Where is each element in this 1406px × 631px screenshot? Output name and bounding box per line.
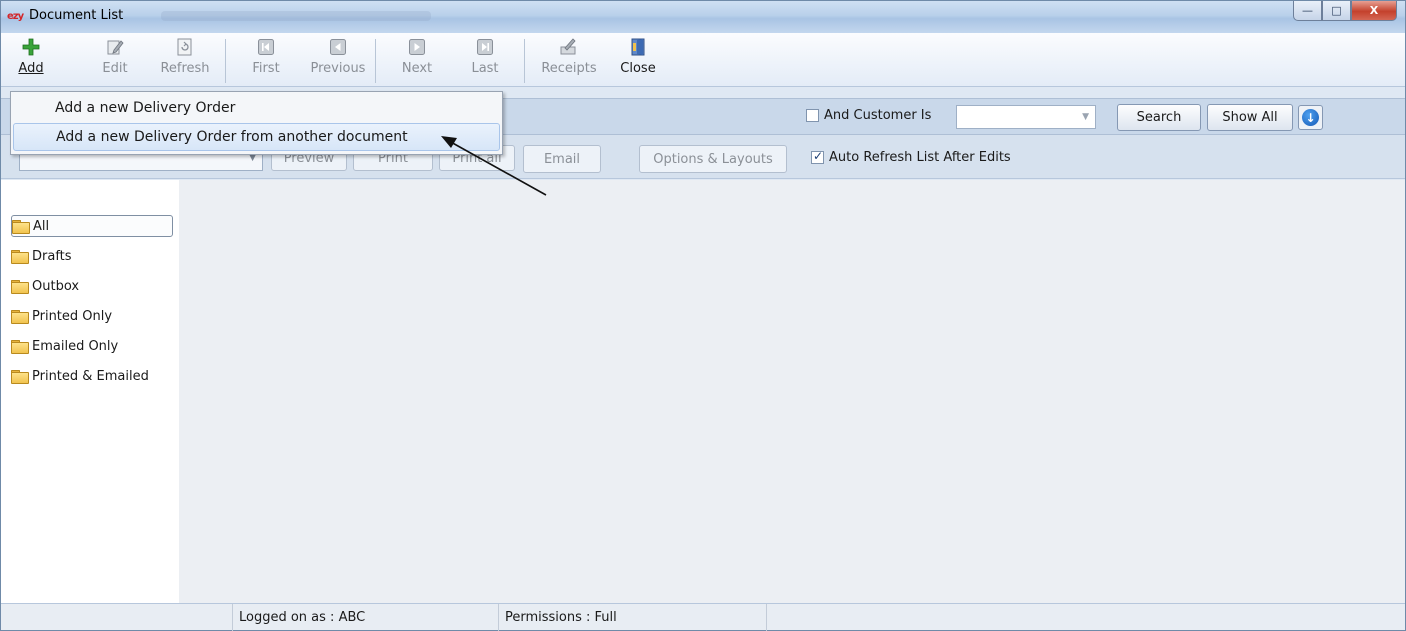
add-icon <box>22 36 40 58</box>
edit-label: Edit <box>102 61 128 76</box>
folder-item-outbox[interactable]: Outbox <box>11 275 79 297</box>
search-button[interactable]: Search <box>1117 104 1201 131</box>
folder-label: All <box>33 218 50 234</box>
folder-tree: All Drafts Outbox Printed Only Emailed O… <box>1 180 179 603</box>
auto-refresh-option[interactable]: Auto Refresh List After Edits <box>811 149 1011 165</box>
folder-icon <box>12 219 30 234</box>
toolbar-separator <box>225 39 226 83</box>
folder-item-all[interactable]: All <box>11 215 173 237</box>
toolbar-separator <box>375 39 376 83</box>
last-button[interactable]: Last <box>465 36 505 84</box>
folder-icon <box>11 249 29 264</box>
folder-label: Printed Only <box>32 308 113 324</box>
add-label: Add <box>18 61 44 76</box>
folder-item-drafts[interactable]: Drafts <box>11 245 72 267</box>
customer-combobox[interactable]: ▼ <box>956 105 1096 129</box>
next-record-icon <box>409 36 425 58</box>
email-button[interactable]: Email <box>523 145 601 173</box>
folder-item-printed-only[interactable]: Printed Only <box>11 305 112 327</box>
next-label: Next <box>401 61 433 76</box>
title-blurred-text <box>161 11 431 21</box>
first-record-icon <box>258 36 274 58</box>
chevron-down-icon: ▼ <box>1082 112 1089 122</box>
window-title: Document List <box>29 8 124 23</box>
and-customer-label: And Customer Is <box>824 108 932 123</box>
show-all-button[interactable]: Show All <box>1207 104 1293 131</box>
folder-item-emailed-only[interactable]: Emailed Only <box>11 335 118 357</box>
minimize-button[interactable]: — <box>1293 1 1322 21</box>
menu-item-add-delivery-order[interactable]: Add a new Delivery Order <box>13 94 500 122</box>
edit-button[interactable]: Edit <box>97 36 133 84</box>
close-button[interactable]: Close <box>620 36 656 84</box>
document-list-area[interactable] <box>179 180 1405 603</box>
toolbar: Add Edit Refresh First Previous Next Las… <box>1 33 1405 87</box>
receipts-label: Receipts <box>541 61 597 76</box>
arrow-down-circle-icon: ↓ <box>1302 109 1319 126</box>
folder-icon <box>11 279 29 294</box>
folder-label: Drafts <box>32 248 72 264</box>
status-bar: Logged on as : ABC Permissions : Full <box>1 603 1405 631</box>
add-dropdown-menu: Add a new Delivery Order Add a new Deliv… <box>10 91 503 155</box>
window-close-button[interactable]: X <box>1351 1 1397 21</box>
options-layouts-button[interactable]: Options & Layouts <box>639 145 787 173</box>
door-exit-icon <box>631 36 645 58</box>
document-list-window: ezy Document List — □ X Add Edit Refresh <box>0 0 1406 631</box>
last-record-icon <box>477 36 493 58</box>
expand-filter-button[interactable]: ↓ <box>1298 105 1323 130</box>
and-customer-checkbox[interactable] <box>806 109 819 122</box>
refresh-icon <box>177 36 193 58</box>
folder-icon <box>11 369 29 384</box>
receipts-icon <box>559 36 579 58</box>
and-customer-filter[interactable]: And Customer Is <box>806 108 931 123</box>
folder-item-printed-emailed[interactable]: Printed & Emailed <box>11 365 149 387</box>
menu-item-add-delivery-order-from-document[interactable]: Add a new Delivery Order from another do… <box>13 123 500 151</box>
status-logged-on: Logged on as : ABC <box>233 604 499 631</box>
first-label: First <box>252 61 280 76</box>
previous-label: Previous <box>310 61 366 76</box>
close-label: Close <box>620 61 656 76</box>
folder-icon <box>11 339 29 354</box>
add-button[interactable]: Add <box>13 36 49 84</box>
status-permissions: Permissions : Full <box>499 604 767 631</box>
last-label: Last <box>471 61 499 76</box>
folder-label: Emailed Only <box>32 338 119 354</box>
next-button[interactable]: Next <box>395 36 439 84</box>
refresh-label: Refresh <box>160 61 210 76</box>
previous-button[interactable]: Previous <box>305 36 371 84</box>
folder-icon <box>11 309 29 324</box>
refresh-button[interactable]: Refresh <box>157 36 213 84</box>
receipts-button[interactable]: Receipts <box>536 36 602 84</box>
maximize-button[interactable]: □ <box>1322 1 1351 21</box>
edit-icon <box>106 36 124 58</box>
app-icon: ezy <box>7 11 24 22</box>
first-button[interactable]: First <box>246 36 286 84</box>
previous-record-icon <box>330 36 346 58</box>
status-cell-empty <box>1 604 233 631</box>
auto-refresh-checkbox[interactable] <box>811 149 824 164</box>
folder-label: Printed & Emailed <box>32 368 149 384</box>
title-bar[interactable]: ezy Document List — □ X <box>1 1 1405 33</box>
toolbar-separator <box>524 39 525 83</box>
folder-label: Outbox <box>32 278 80 294</box>
auto-refresh-label: Auto Refresh List After Edits <box>829 150 1011 165</box>
